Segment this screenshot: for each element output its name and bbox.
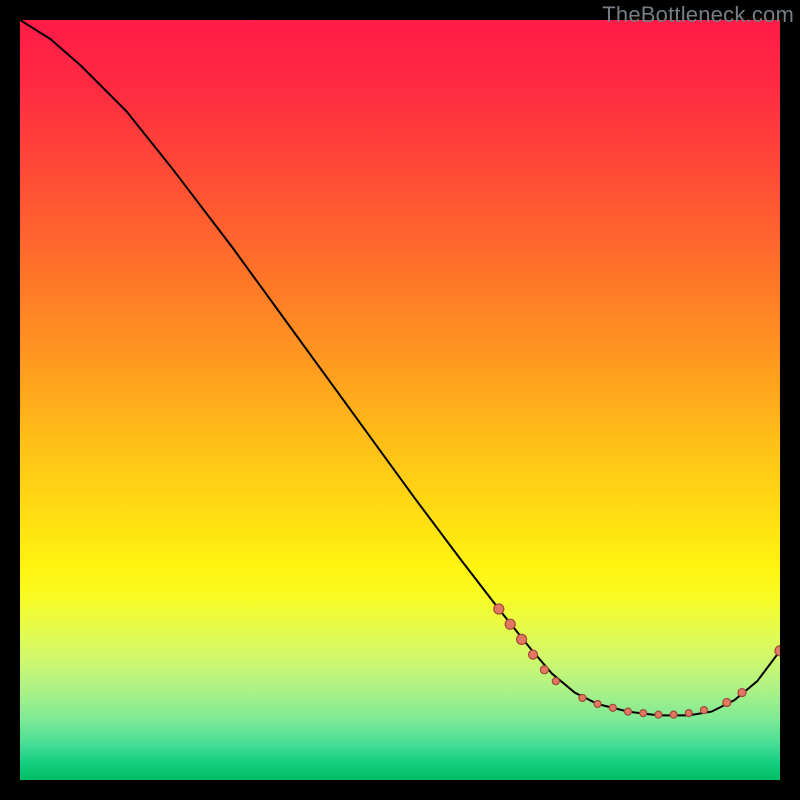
- source-watermark: TheBottleneck.com: [602, 2, 794, 28]
- chart-stage: TheBottleneck.com: [0, 0, 800, 800]
- bottleneck-gradient-background: [20, 20, 780, 780]
- plot-area: [20, 20, 780, 780]
